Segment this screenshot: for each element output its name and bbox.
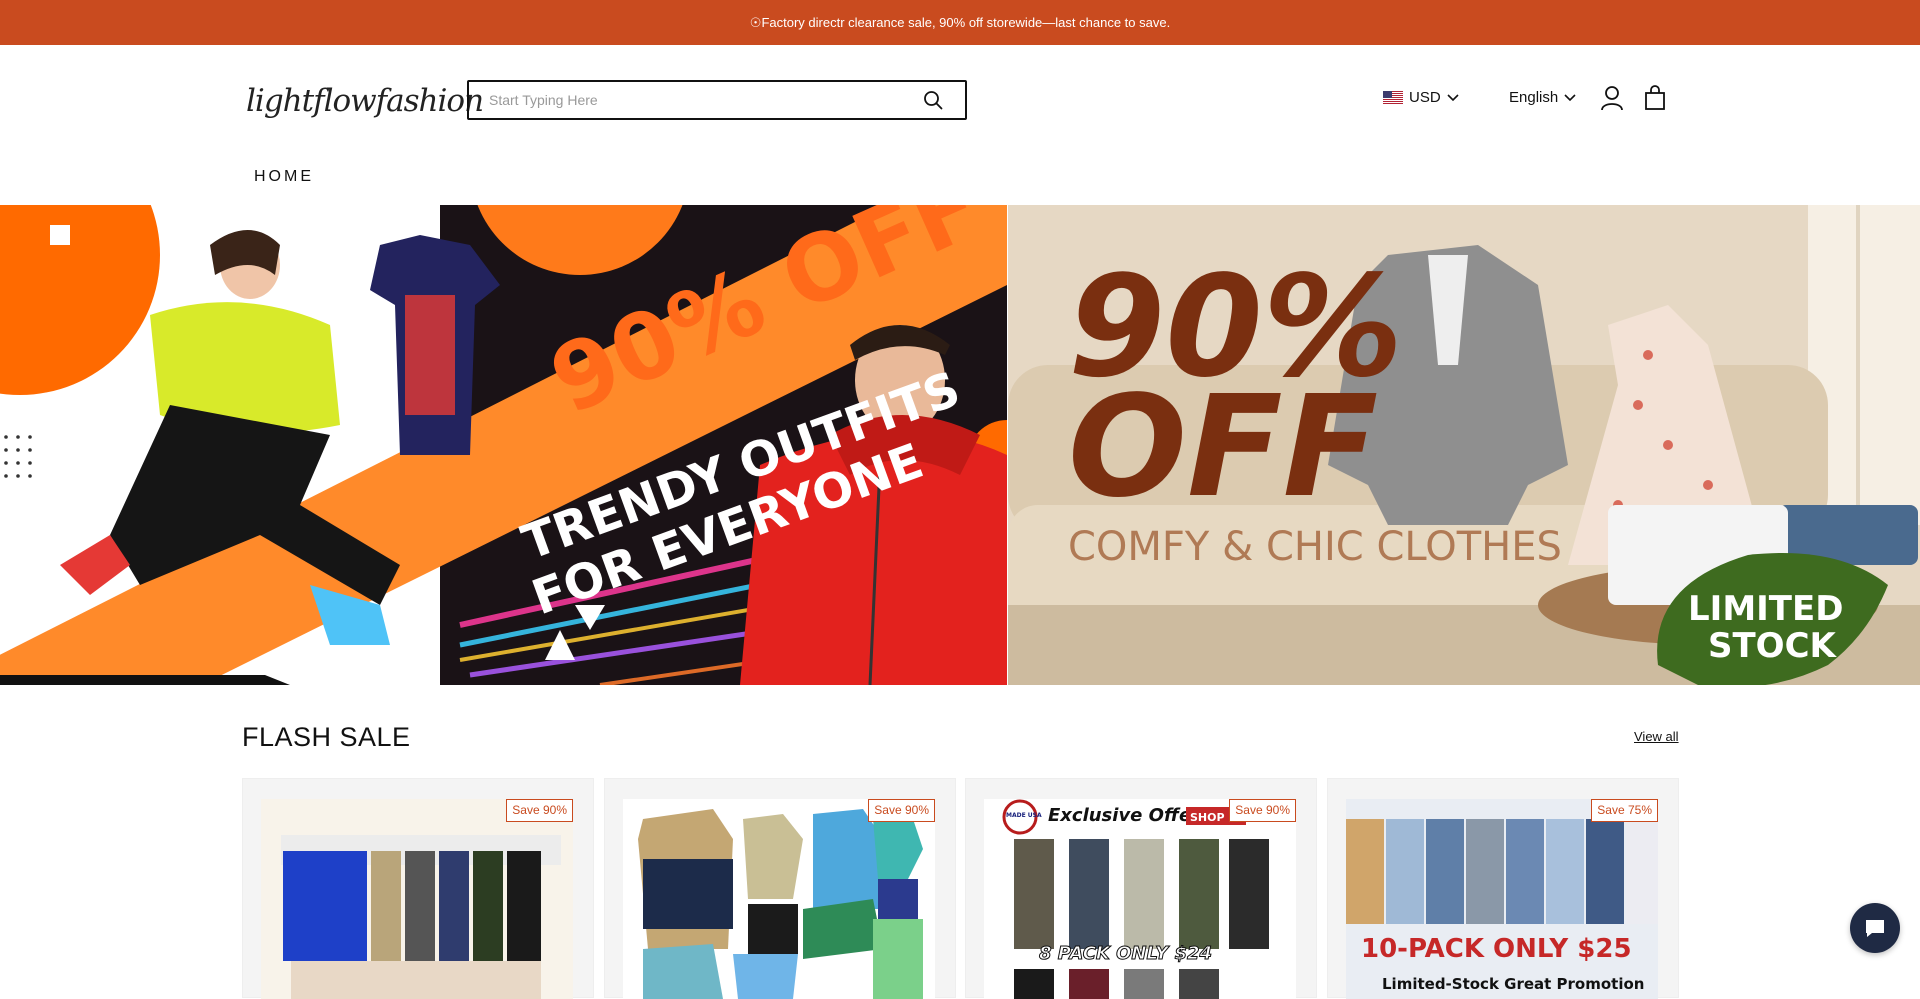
site-header: lightflowfashion USD English HOME [0, 45, 1920, 205]
cart-bag-icon[interactable] [1644, 85, 1666, 111]
announcement-bar: ☉Factory directr clearance sale, 90% off… [0, 0, 1920, 45]
save-badge: Save 90% [1229, 799, 1296, 822]
save-badge: Save 90% [868, 799, 935, 822]
banner-left-artwork: 90% OFF TRENDY OUTFITS FOR EVERYONE [0, 205, 1007, 685]
chat-bubble-icon [1866, 920, 1884, 937]
product-image[interactable]: 10-PACK ONLY $25 Limited-Stock Great Pro… [1346, 799, 1658, 999]
exclusive-offer-text: Exclusive Offer [1048, 805, 1201, 826]
save-badge: Save 90% [506, 799, 573, 822]
currency-label: USD [1409, 89, 1441, 106]
pack-price-text: 8 PACK ONLY $24 [1039, 943, 1212, 964]
pack-price-text: 10-PACK ONLY $25 [1361, 934, 1632, 964]
promo-subtext: Limited-Stock Great Promotion [1382, 975, 1644, 993]
nav-home-link[interactable]: HOME [254, 168, 314, 186]
language-selector[interactable]: English [1509, 89, 1576, 106]
search-bar [467, 80, 967, 120]
made-usa-text: MADE USA [1006, 812, 1042, 819]
save-badge: Save 75% [1591, 799, 1658, 822]
product-image[interactable]: MADE USA Exclusive Offer SHOP N 8 PACK O… [984, 799, 1296, 999]
product-card[interactable]: 10-PACK ONLY $25 Limited-Stock Great Pro… [1327, 778, 1679, 999]
banner-right-artwork: 90% OFF COMFY & CHIC CLOTHES LIMITED STO… [1008, 205, 1920, 685]
banner-right-big-line2: OFF [1068, 366, 1378, 529]
product-card[interactable]: Save 90% [242, 778, 594, 999]
account-icon[interactable] [1600, 85, 1624, 111]
flash-sale-title: FLASH SALE [242, 722, 411, 752]
product-image[interactable] [623, 799, 935, 999]
chat-button[interactable] [1850, 903, 1900, 953]
language-label: English [1509, 89, 1559, 106]
chevron-down-icon [1564, 93, 1576, 101]
announcement-text: ☉Factory directr clearance sale, 90% off… [749, 14, 1171, 30]
product-image[interactable] [261, 799, 573, 999]
currency-selector[interactable]: USD [1383, 89, 1459, 106]
chevron-down-icon [1447, 93, 1459, 101]
logo-text: lightflowfashion [246, 83, 484, 119]
product-card[interactable]: Save 90% [604, 778, 956, 999]
view-all-link[interactable]: View all [1634, 729, 1679, 744]
limited-stock-line1: LIMITED [1688, 589, 1843, 629]
hero-banner-trendy-outfits[interactable]: 90% OFF TRENDY OUTFITS FOR EVERYONE [0, 205, 1007, 685]
us-flag-icon [1383, 91, 1403, 104]
limited-stock-line2: STOCK [1708, 626, 1838, 666]
search-input[interactable] [489, 92, 921, 108]
hero-banner-comfy-chic[interactable]: 90% OFF COMFY & CHIC CLOTHES LIMITED STO… [1008, 205, 1920, 685]
site-logo[interactable]: lightflowfashion [246, 71, 484, 131]
search-icon[interactable] [921, 88, 945, 112]
product-card[interactable]: MADE USA Exclusive Offer SHOP N 8 PACK O… [965, 778, 1317, 999]
banner-right-subtitle: COMFY & CHIC CLOTHES [1068, 524, 1562, 570]
